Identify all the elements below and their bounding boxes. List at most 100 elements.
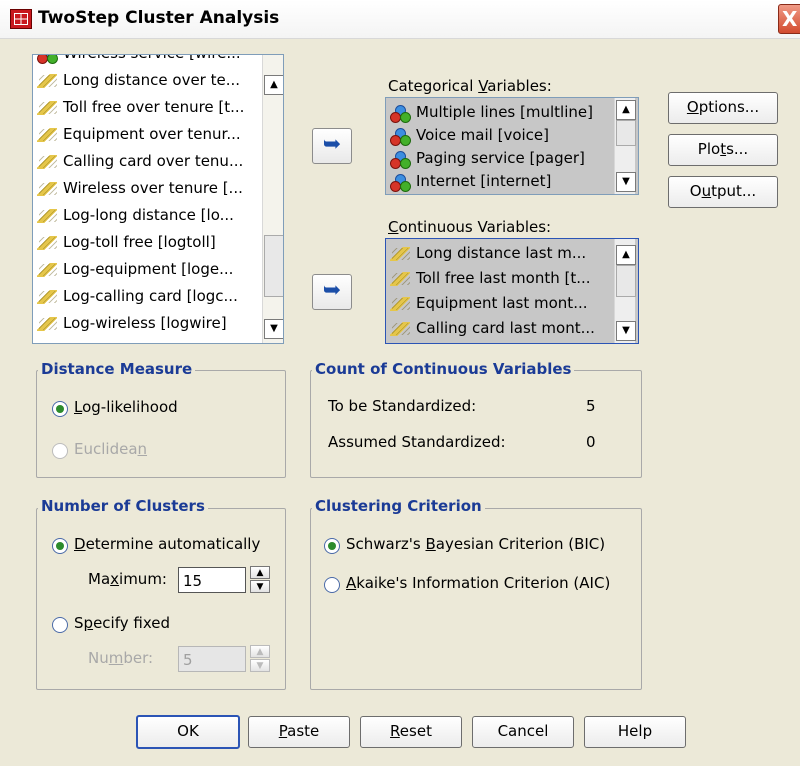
distance-measure-group (36, 370, 286, 478)
plots-button[interactable]: Plots... (668, 134, 778, 166)
scale-variable-icon (37, 208, 57, 223)
title-bar: TwoStep Cluster Analysis X (0, 0, 800, 39)
source-list-item[interactable]: Wireless over tenure [... (37, 176, 243, 200)
scale-variable-icon (390, 296, 410, 311)
assumed-standardized-value: 0 (586, 433, 596, 451)
ok-button[interactable]: OK (136, 715, 240, 749)
nominal-variable-icon (37, 55, 58, 64)
categorical-item-label: Internet [internet] (416, 172, 552, 190)
count-continuous-title: Count of Continuous Variables (312, 360, 575, 378)
source-item-label: Log-toll free [logtoll] (63, 233, 216, 251)
source-list-item[interactable]: Wireless service [wire... (37, 55, 241, 65)
scroll-up-arrow-icon[interactable]: ▲ (616, 245, 636, 265)
specify-fixed-label: Specify fixed (74, 614, 170, 632)
spin-down-arrow-icon[interactable]: ▼ (250, 580, 270, 593)
to-be-standardized-value: 5 (586, 397, 596, 415)
aic-radio[interactable] (324, 577, 340, 593)
categorical-list-item[interactable]: Voice mail [voice] (390, 123, 549, 147)
specify-fixed-radio[interactable] (52, 617, 68, 633)
continuous-variable-list[interactable]: Long distance last m... Toll free last mo… (385, 238, 639, 344)
source-list-item[interactable]: Toll free over tenure [t... (37, 95, 244, 119)
window-title: TwoStep Cluster Analysis (38, 8, 280, 28)
determine-automatically-radio[interactable] (52, 538, 68, 554)
maximum-clusters-input[interactable]: 15 (178, 567, 246, 593)
determine-automatically-label: Determine automatically (74, 535, 261, 553)
scroll-down-arrow-icon[interactable]: ▼ (264, 319, 283, 339)
paste-button[interactable]: Paste (248, 716, 350, 748)
source-item-label: Log-calling card [logc... (63, 287, 238, 305)
bic-radio[interactable] (324, 538, 340, 554)
continuous-item-label: Long distance last m... (416, 244, 587, 262)
output-button[interactable]: Output... (668, 176, 778, 208)
scale-variable-icon (37, 262, 57, 277)
maximum-label: Maximum: (88, 570, 167, 588)
scroll-thumb[interactable] (264, 235, 283, 297)
scale-variable-icon (37, 289, 57, 304)
categorical-list-item[interactable]: Multiple lines [multline] (390, 100, 593, 124)
left-arrow-icon: ➥ (322, 278, 342, 303)
continuous-scrollbar[interactable]: ▲ ▼ (614, 239, 636, 343)
scale-variable-icon (37, 73, 57, 88)
scale-variable-icon (37, 316, 57, 331)
scroll-down-arrow-icon[interactable]: ▼ (616, 321, 636, 341)
scale-variable-icon (390, 321, 410, 336)
help-button[interactable]: Help (584, 716, 686, 748)
source-item-label: Log-wireless [logwire] (63, 314, 227, 332)
nominal-variable-icon (390, 173, 411, 192)
categorical-item-label: Voice mail [voice] (416, 126, 549, 144)
source-list-item[interactable]: Equipment over tenur... (37, 122, 241, 146)
source-variable-list[interactable]: Wireless service [wire... Long distance o… (32, 54, 284, 344)
cancel-button[interactable]: Cancel (472, 716, 574, 748)
source-item-label: Wireless over tenure [... (63, 179, 243, 197)
categorical-variables-label: Categorical Variables: (388, 77, 552, 95)
source-list-item[interactable]: Log-long distance [lo... (37, 203, 234, 227)
source-item-label: Toll free over tenure [t... (63, 98, 245, 116)
scroll-thumb[interactable] (616, 265, 636, 297)
source-list-item[interactable]: Log-toll free [logtoll] (37, 230, 216, 254)
source-list-item[interactable]: Calling card over tenu... (37, 149, 243, 173)
source-item-label: Equipment over tenur... (63, 125, 241, 143)
number-of-clusters-title: Number of Clusters (38, 497, 208, 515)
log-likelihood-label: Log-likelihood (74, 398, 178, 416)
spss-app-icon (10, 9, 32, 29)
categorical-list-item[interactable]: Internet [internet] (390, 169, 551, 193)
continuous-list-item[interactable]: Toll free last month [t... (390, 266, 591, 290)
source-list-scrollbar[interactable]: ▲ ▼ (262, 55, 283, 343)
reset-button[interactable]: Reset (360, 716, 462, 748)
scroll-down-arrow-icon[interactable]: ▼ (616, 172, 636, 192)
left-arrow-icon: ➥ (322, 132, 342, 157)
source-list-item[interactable]: Log-calling card [logc... (37, 284, 238, 308)
source-list-item[interactable]: Long distance over te... (37, 68, 240, 92)
move-to-continuous-button[interactable]: ➥ (312, 274, 352, 310)
categorical-scrollbar[interactable]: ▲ ▼ (614, 98, 636, 194)
categorical-variable-list[interactable]: Multiple lines [multline] Voice mail [voi… (385, 97, 639, 195)
continuous-item-label: Equipment last mont... (416, 294, 588, 312)
euclidean-label: Euclidean (74, 440, 148, 458)
spin-up-arrow-icon[interactable]: ▲ (250, 566, 270, 579)
distance-measure-title: Distance Measure (38, 360, 196, 378)
source-list-item[interactable]: Log-wireless [logwire] (37, 311, 227, 335)
spin-down-arrow-icon: ▼ (250, 659, 270, 672)
source-item-label: Calling card over tenu... (63, 152, 244, 170)
continuous-list-item[interactable]: Calling card last mont... (390, 316, 595, 340)
continuous-item-label: Calling card last mont... (416, 319, 595, 337)
scroll-thumb[interactable] (616, 120, 636, 146)
move-to-categorical-button[interactable]: ➥ (312, 128, 352, 164)
bic-label: Schwarz's Bayesian Criterion (BIC) (346, 535, 606, 553)
continuous-list-item[interactable]: Equipment last mont... (390, 291, 588, 315)
categorical-list-item[interactable]: Paging service [pager] (390, 146, 585, 170)
clustering-criterion-title: Clustering Criterion (312, 497, 485, 515)
close-button[interactable]: X (778, 4, 800, 34)
scroll-up-arrow-icon[interactable]: ▲ (616, 100, 636, 120)
continuous-item-label: Toll free last month [t... (416, 269, 591, 287)
dialog-window: TwoStep Cluster Analysis X Wireless serv… (0, 0, 800, 766)
continuous-variables-label: Continuous Variables: (388, 218, 552, 236)
options-button[interactable]: Options... (668, 92, 778, 124)
continuous-list-item[interactable]: Long distance last m... (390, 241, 586, 265)
scroll-up-arrow-icon[interactable]: ▲ (264, 75, 283, 95)
count-continuous-group (310, 370, 642, 478)
assumed-standardized-label: Assumed Standardized: (328, 433, 506, 451)
log-likelihood-radio[interactable] (52, 401, 68, 417)
source-item-label: Log-equipment [loge... (63, 260, 234, 278)
source-list-item[interactable]: Log-equipment [loge... (37, 257, 233, 281)
